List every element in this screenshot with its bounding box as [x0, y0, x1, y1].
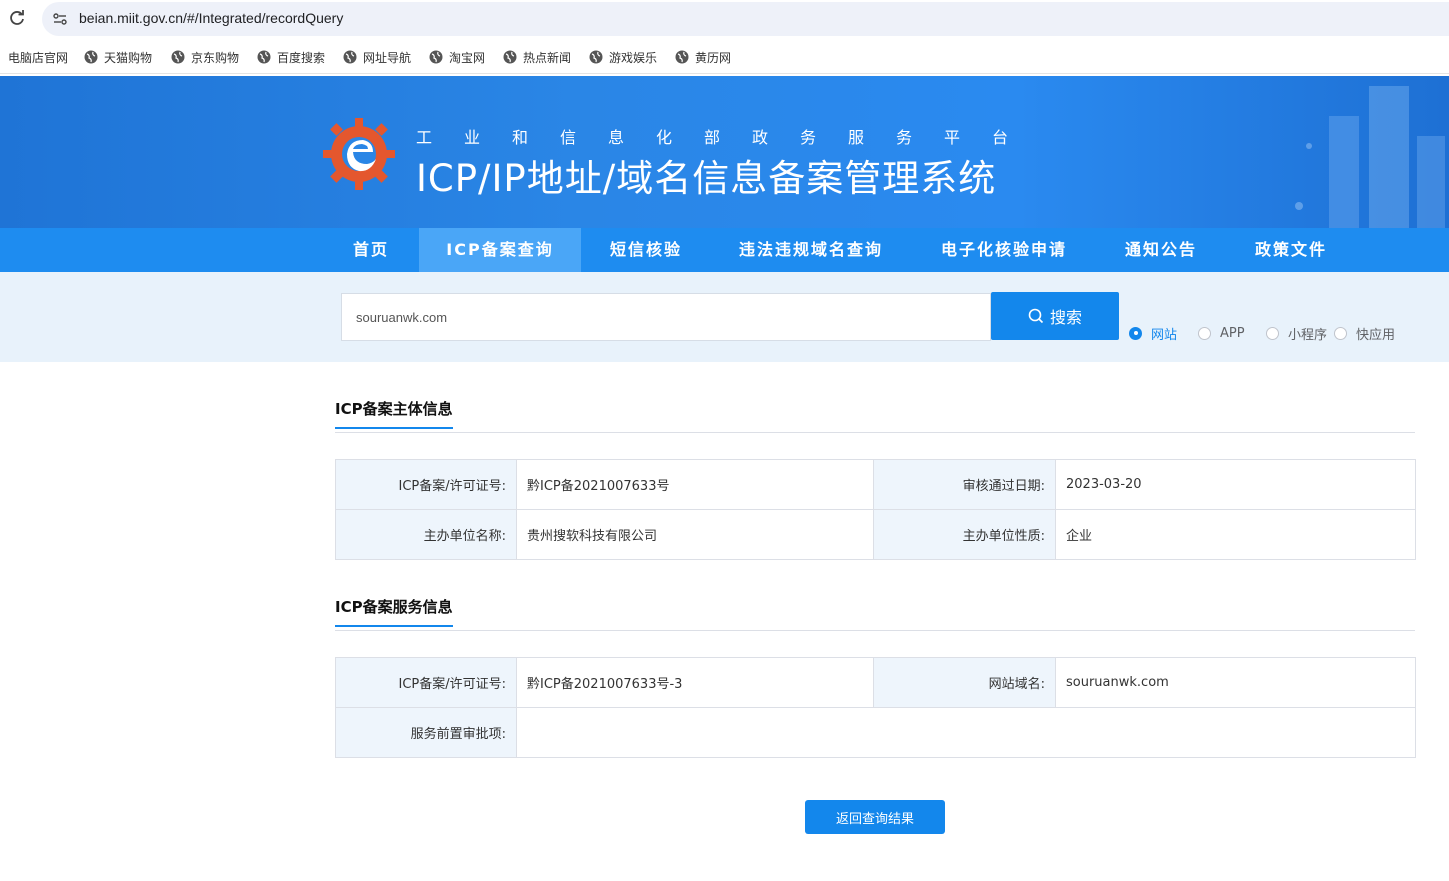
bookmark-label: 天猫购物: [104, 50, 153, 65]
bookmark-item[interactable]: 网址导航: [343, 48, 411, 66]
radio-app[interactable]: APP: [1198, 324, 1245, 342]
bookmark-item[interactable]: 京东购物: [171, 48, 239, 66]
radio-label: APP: [1220, 325, 1245, 341]
approval-date-key: 审核通过日期:: [873, 459, 1056, 510]
nav-item-home[interactable]: 首页: [340, 228, 402, 272]
globe-icon: [84, 50, 98, 64]
radio-circle: [1334, 326, 1347, 340]
bookmark-item[interactable]: 百度搜索: [257, 48, 325, 66]
org-name-value: 贵州搜软科技有限公司: [516, 509, 874, 560]
pre-approval-key: 服务前置审批项:: [335, 707, 517, 758]
radio-circle: [1266, 326, 1279, 340]
subject-info-table: ICP备案/许可证号: 黔ICP备2021007633号 审核通过日期: 202…: [335, 459, 1416, 560]
browser-address-row: beian.miit.gov.cn/#/Integrated/recordQue…: [0, 0, 1449, 38]
search-band: 搜索 网站 APP 小程序 快应用: [0, 272, 1449, 362]
table-row: ICP备案/许可证号: 黔ICP备2021007633号 审核通过日期: 202…: [335, 459, 1416, 510]
search-icon: [1028, 308, 1044, 324]
url-text: beian.miit.gov.cn/#/Integrated/recordQue…: [79, 10, 344, 26]
bookmark-item[interactable]: 电脑店官网: [0, 48, 68, 66]
site-settings-icon[interactable]: [52, 11, 68, 27]
bookmarks-bar: 电脑店官网 天猫购物 京东购物 百度搜索 网址导航 淘宝网 热点新闻 游戏娱乐 …: [0, 40, 1449, 74]
bookmark-item[interactable]: 游戏娱乐: [589, 48, 657, 66]
globe-icon: [257, 50, 271, 64]
globe-icon: [171, 50, 185, 64]
section-divider: [335, 630, 1415, 631]
globe-icon: [589, 50, 603, 64]
service-info-table: ICP备案/许可证号: 黔ICP备2021007633号-3 网站域名: sou…: [335, 657, 1416, 758]
miit-gear-logo: [323, 118, 395, 190]
building-decoration: [1295, 86, 1445, 228]
nav-item-policies[interactable]: 政策文件: [1245, 228, 1337, 272]
pre-approval-value: [516, 707, 1416, 758]
nav-item-sms-verify[interactable]: 短信核验: [598, 228, 694, 272]
org-name-key: 主办单位名称:: [335, 509, 517, 560]
bookmark-item[interactable]: 淘宝网: [429, 48, 485, 66]
bookmark-label: 京东购物: [191, 50, 240, 65]
table-row: ICP备案/许可证号: 黔ICP备2021007633号-3 网站域名: sou…: [335, 657, 1416, 708]
radio-label: 小程序: [1288, 327, 1328, 343]
radio-mini-program[interactable]: 小程序: [1266, 324, 1328, 343]
header-title: ICP/IP地址/域名信息备案管理系统: [416, 157, 997, 200]
radio-quick-app[interactable]: 快应用: [1334, 324, 1396, 343]
main-nav: 首页 ICP备案查询 短信核验 违法违规域名查询 电子化核验申请 通知公告 政策…: [0, 228, 1449, 272]
back-to-results-button[interactable]: 返回查询结果: [805, 800, 945, 834]
license-key: ICP备案/许可证号:: [335, 459, 517, 510]
radio-label: 快应用: [1356, 327, 1396, 343]
header-banner: 工业和信息化部政务服务平台 ICP/IP地址/域名信息备案管理系统: [0, 76, 1449, 228]
globe-icon: [343, 50, 357, 64]
bookmark-label: 百度搜索: [277, 50, 326, 65]
domain-value: souruanwk.com: [1055, 657, 1416, 708]
nav-item-icp-query[interactable]: ICP备案查询: [419, 228, 581, 272]
service-license-value: 黔ICP备2021007633号-3: [516, 657, 874, 708]
radio-label: 网站: [1151, 327, 1178, 343]
globe-icon: [429, 50, 443, 64]
approval-date-value: 2023-03-20: [1055, 459, 1416, 510]
bookmark-label: 游戏娱乐: [609, 50, 658, 65]
search-button[interactable]: 搜索: [991, 292, 1119, 340]
bookmark-label: 黄历网: [695, 50, 732, 65]
subject-section-title: ICP备案主体信息: [335, 398, 453, 429]
bookmark-label: 网址导航: [363, 50, 412, 65]
service-license-key: ICP备案/许可证号:: [335, 657, 517, 708]
table-row: 服务前置审批项:: [335, 707, 1416, 758]
search-button-label: 搜索: [1049, 310, 1082, 327]
address-bar[interactable]: beian.miit.gov.cn/#/Integrated/recordQue…: [42, 2, 1449, 36]
service-section-title: ICP备案服务信息: [335, 596, 453, 627]
search-input[interactable]: [341, 293, 991, 341]
bookmark-label: 热点新闻: [523, 50, 572, 65]
radio-website[interactable]: 网站: [1129, 324, 1178, 343]
header-subtitle: 工业和信息化部政务服务平台: [416, 128, 1041, 147]
section-divider: [335, 432, 1415, 433]
globe-icon: [675, 50, 689, 64]
bookmark-item[interactable]: 热点新闻: [503, 48, 571, 66]
domain-key: 网站域名:: [873, 657, 1056, 708]
bookmark-item[interactable]: 天猫购物: [84, 48, 152, 66]
bookmark-label: 淘宝网: [449, 50, 486, 65]
license-value: 黔ICP备2021007633号: [516, 459, 874, 510]
org-nature-value: 企业: [1055, 509, 1416, 560]
reload-icon[interactable]: [8, 9, 26, 27]
radio-circle: [1129, 326, 1142, 340]
table-row: 主办单位名称: 贵州搜软科技有限公司 主办单位性质: 企业: [335, 509, 1416, 560]
bookmark-label: 电脑店官网: [8, 50, 69, 65]
nav-item-notices[interactable]: 通知公告: [1115, 228, 1207, 272]
org-nature-key: 主办单位性质:: [873, 509, 1056, 560]
nav-item-illegal-domain[interactable]: 违法违规域名查询: [729, 228, 893, 272]
nav-item-e-verify[interactable]: 电子化核验申请: [930, 228, 1078, 272]
globe-icon: [503, 50, 517, 64]
bookmark-item[interactable]: 黄历网: [675, 48, 731, 66]
radio-circle: [1198, 326, 1211, 340]
